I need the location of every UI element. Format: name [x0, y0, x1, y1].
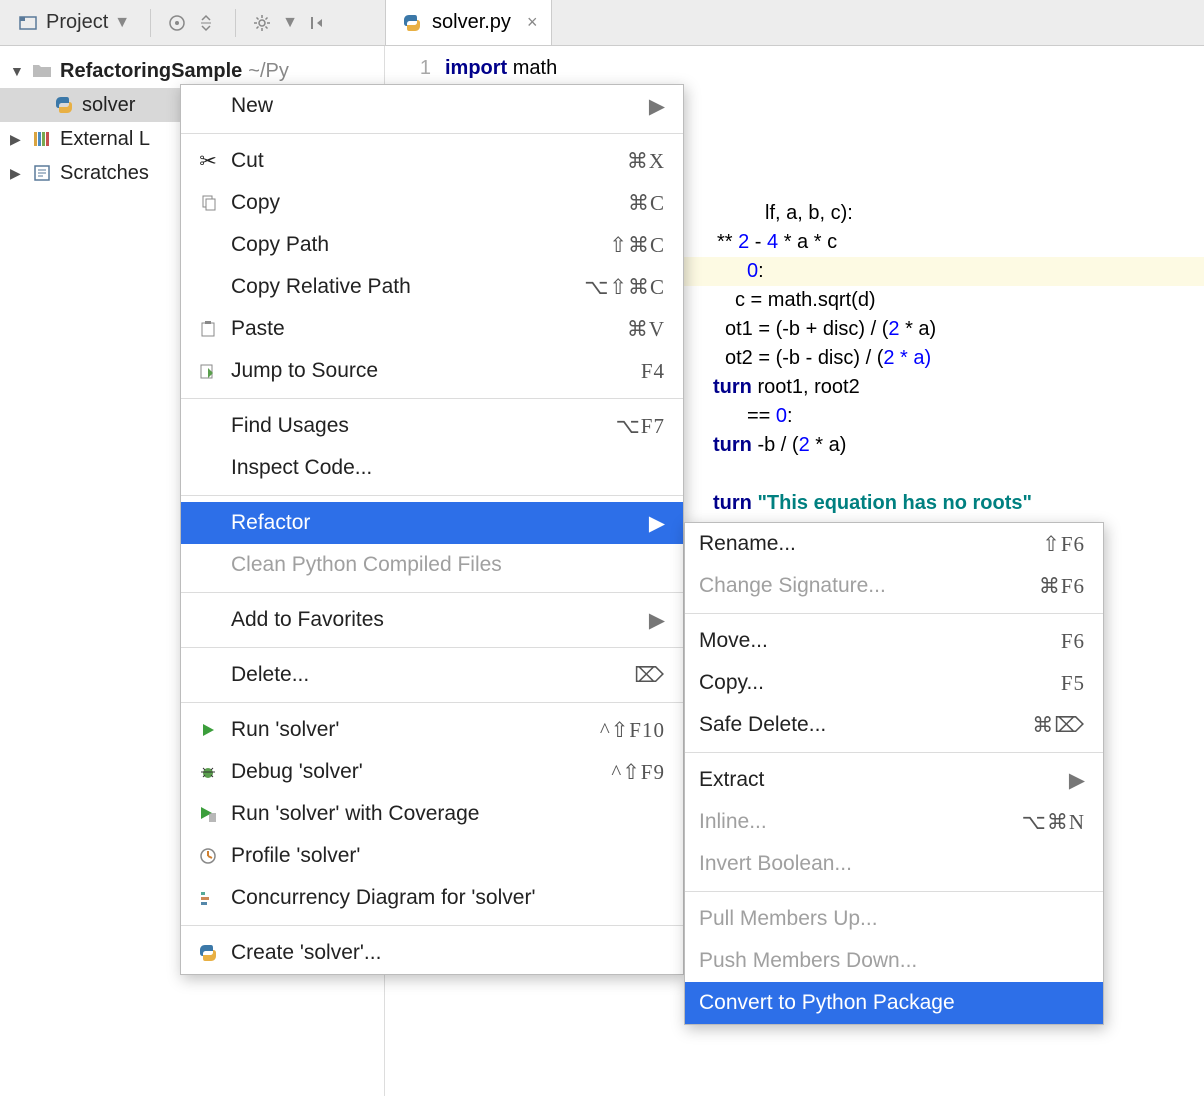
tab-solver[interactable]: solver.py × — [385, 0, 552, 45]
target-icon[interactable] — [165, 11, 189, 35]
submenu-safe-delete[interactable]: Safe Delete...⌘⌦ — [685, 704, 1103, 746]
menu-fav[interactable]: Add to Favorites▶ — [181, 599, 683, 641]
cut-icon: ✂ — [195, 149, 221, 174]
project-icon — [16, 11, 40, 35]
expand-icon[interactable]: ▶ — [10, 165, 24, 182]
menu-delete[interactable]: Delete...⌦ — [181, 654, 683, 696]
submenu-push[interactable]: Push Members Down... — [685, 940, 1103, 982]
separator — [235, 9, 236, 37]
expand-icon[interactable]: ▶ — [10, 131, 24, 148]
project-dropdown[interactable]: Project ▼ — [10, 7, 136, 39]
menu-debug[interactable]: Debug 'solver'^⇧F9 — [181, 751, 683, 793]
chevron-down-icon: ▼ — [114, 14, 130, 32]
library-icon — [30, 127, 54, 151]
menu-copy-rel[interactable]: Copy Relative Path⌥⇧⌘C — [181, 266, 683, 308]
python-icon — [52, 93, 76, 117]
collapse-icon[interactable] — [197, 11, 221, 35]
folder-icon — [30, 59, 54, 83]
submenu-invert[interactable]: Invert Boolean... — [685, 843, 1103, 885]
scratch-icon — [30, 161, 54, 185]
menu-jump[interactable]: Jump to SourceF4 — [181, 350, 683, 392]
submenu-inline[interactable]: Inline...⌥⌘N — [685, 801, 1103, 843]
copy-icon — [195, 194, 221, 212]
profile-icon — [195, 847, 221, 865]
tab-label: solver.py — [432, 11, 511, 34]
paste-icon — [195, 320, 221, 338]
context-menu: New▶ ✂Cut⌘X Copy⌘C Copy Path⇧⌘C Copy Rel… — [180, 84, 684, 975]
root-name: RefactoringSample — [60, 60, 242, 83]
python-icon — [195, 943, 221, 963]
submenu-rename[interactable]: Rename...⇧F6 — [685, 523, 1103, 565]
refactor-submenu: Rename...⇧F6 Change Signature...⌘F6 Move… — [684, 522, 1104, 1025]
hide-icon[interactable] — [306, 11, 330, 35]
run-icon — [195, 722, 221, 738]
menu-coverage[interactable]: Run 'solver' with Coverage — [181, 793, 683, 835]
chevron-down-icon: ▼ — [282, 14, 298, 32]
debug-icon — [195, 763, 221, 781]
menu-copy-path[interactable]: Copy Path⇧⌘C — [181, 224, 683, 266]
scratches-label: Scratches — [60, 162, 149, 185]
menu-run[interactable]: Run 'solver'^⇧F10 — [181, 709, 683, 751]
close-icon[interactable]: × — [527, 12, 538, 33]
python-icon — [400, 11, 424, 35]
coverage-icon — [195, 805, 221, 823]
menu-concurrency[interactable]: Concurrency Diagram for 'solver' — [181, 877, 683, 919]
tree-root[interactable]: ▼ RefactoringSample ~/Py — [0, 54, 384, 88]
project-label: Project — [46, 11, 108, 34]
gear-icon[interactable] — [250, 11, 274, 35]
menu-find[interactable]: Find Usages⌥F7 — [181, 405, 683, 447]
jump-icon — [195, 362, 221, 380]
external-label: External L — [60, 128, 150, 151]
menu-refactor[interactable]: Refactor▶ — [181, 502, 683, 544]
submenu-signature[interactable]: Change Signature...⌘F6 — [685, 565, 1103, 607]
submenu-move[interactable]: Move...F6 — [685, 620, 1103, 662]
menu-create[interactable]: Create 'solver'... — [181, 932, 683, 974]
editor-tabs: solver.py × — [385, 0, 1204, 46]
separator — [150, 9, 151, 37]
menu-new[interactable]: New▶ — [181, 85, 683, 127]
file-name: solver — [82, 94, 135, 117]
submenu-copy[interactable]: Copy...F5 — [685, 662, 1103, 704]
submenu-convert[interactable]: Convert to Python Package — [685, 982, 1103, 1024]
menu-paste[interactable]: Paste⌘V — [181, 308, 683, 350]
menu-clean[interactable]: Clean Python Compiled Files — [181, 544, 683, 586]
menu-profile[interactable]: Profile 'solver' — [181, 835, 683, 877]
menu-copy[interactable]: Copy⌘C — [181, 182, 683, 224]
submenu-extract[interactable]: Extract▶ — [685, 759, 1103, 801]
expand-icon[interactable]: ▼ — [10, 63, 24, 79]
concurrency-icon — [195, 889, 221, 907]
root-path: ~/Py — [248, 60, 289, 83]
menu-inspect[interactable]: Inspect Code... — [181, 447, 683, 489]
submenu-pull[interactable]: Pull Members Up... — [685, 898, 1103, 940]
menu-cut[interactable]: ✂Cut⌘X — [181, 140, 683, 182]
